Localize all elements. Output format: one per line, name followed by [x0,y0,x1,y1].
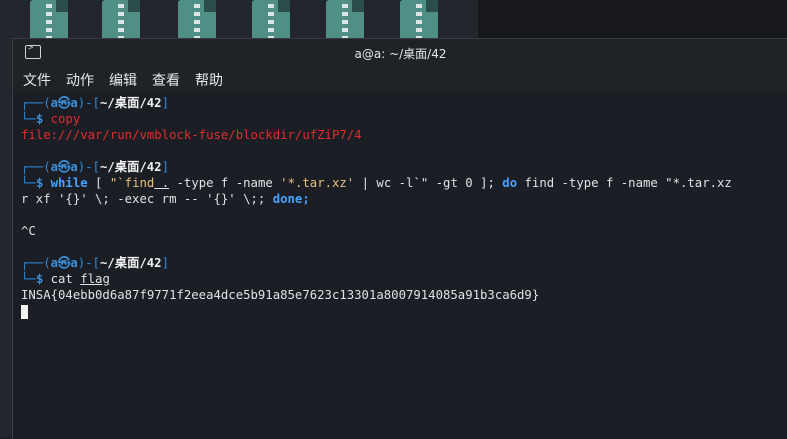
desktop-top-right-panel [478,0,787,40]
terminal-cursor [21,304,28,319]
prompt-line: ┌──(a㉿a)-[~/桌面/42] [21,160,169,174]
window-titlebar: a@a: ~/桌面/42 [13,39,787,67]
flag-output: INSA{04ebb0d6a87f9771f2eea4dce5b91a85e76… [21,288,540,302]
command-line: └─$ copy [21,112,81,126]
prompt-line: ┌──(a㉿a)-[~/桌面/42] [21,256,169,270]
terminal-window: a@a: ~/桌面/42 文件 动作 编辑 查看 帮助 ┌──(a㉿a)-[~/… [12,38,787,439]
command-line-wrap: r xf '{}' \; -exec rm -- '{}' \;; done; [21,192,310,206]
menu-file[interactable]: 文件 [23,70,51,90]
window-title: a@a: ~/桌面/42 [354,47,447,61]
command-line: └─$ cat flag [21,272,110,286]
menu-view[interactable]: 查看 [152,70,180,90]
menu-help[interactable]: 帮助 [195,70,223,90]
menu-bar: 文件 动作 编辑 查看 帮助 [13,67,787,93]
command-output: file:///var/run/vmblock-fuse/blockdir/uf… [21,128,362,142]
prompt-line: ┌──(a㉿a)-[~/桌面/42] [21,96,169,110]
interrupt-output: ^C [21,224,36,238]
terminal-output[interactable]: ┌──(a㉿a)-[~/桌面/42] └─$ copy file:///var/… [21,95,787,439]
menu-action[interactable]: 动作 [66,70,94,90]
command-line: └─$ while [ "`find . -type f -name '*.ta… [21,176,732,190]
menu-edit[interactable]: 编辑 [109,70,137,90]
